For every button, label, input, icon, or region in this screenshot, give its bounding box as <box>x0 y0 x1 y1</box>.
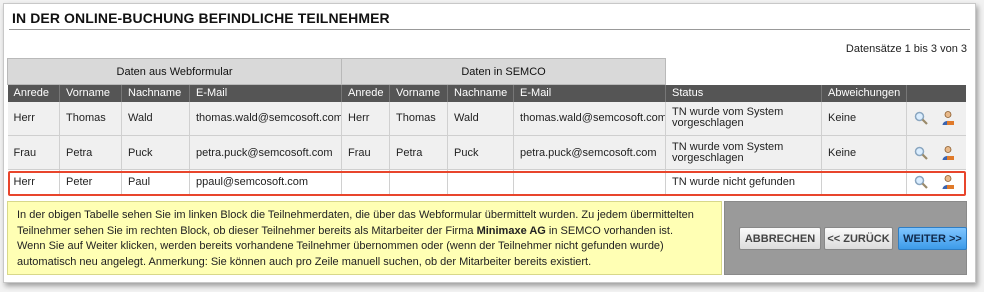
cell-status: TN wurde vom System vorgeschlagen <box>665 101 822 136</box>
participants-table: Daten aus Webformular Daten in SEMCO Anr… <box>6 58 966 195</box>
cell-web-email: petra.puck@semcosoft.com <box>188 135 342 170</box>
cell-web-email: thomas.wald@semcosoft.com <box>188 101 342 136</box>
cell-semco-anrede <box>341 169 390 195</box>
cell-actions <box>906 169 966 195</box>
magnifier-icon[interactable] <box>913 174 929 190</box>
cell-web-anrede: Herr <box>7 101 60 136</box>
group-header-webform: Daten aus Webformular <box>6 58 343 85</box>
info-note: In der obigen Tabelle sehen Sie im linke… <box>7 201 722 275</box>
col-header-abweichungen[interactable]: Abweichungen <box>821 84 907 102</box>
cell-web-vorname: Petra <box>59 135 122 170</box>
cell-semco-anrede: Herr <box>341 101 390 136</box>
col-header-status[interactable]: Status <box>665 84 822 102</box>
cell-semco-nachname: Wald <box>447 101 514 136</box>
cell-status: TN wurde nicht gefunden <box>665 169 822 195</box>
cell-web-nachname: Paul <box>121 169 190 195</box>
cell-semco-vorname: Petra <box>389 135 448 170</box>
cell-actions <box>906 101 966 136</box>
cell-semco-anrede: Frau <box>341 135 390 170</box>
page-title: IN DER ONLINE-BUCHUNG BEFINDLICHE TEILNE… <box>12 10 390 26</box>
table-row: Herr Peter Paul ppaul@semcosoft.com TN w… <box>7 169 966 195</box>
user-icon[interactable] <box>940 174 956 190</box>
user-icon[interactable] <box>940 145 956 161</box>
cell-semco-email: thomas.wald@semcosoft.com <box>513 101 666 136</box>
col-header-anrede[interactable]: Anrede <box>7 84 60 102</box>
cell-web-anrede: Frau <box>7 135 60 170</box>
cell-web-anrede: Herr <box>7 169 60 195</box>
cell-actions <box>906 135 966 170</box>
cell-semco-nachname <box>447 169 514 195</box>
info-line-1: In der obigen Tabelle sehen Sie im linke… <box>17 209 694 221</box>
cell-web-nachname: Puck <box>121 135 190 170</box>
cell-web-vorname: Thomas <box>59 101 122 136</box>
cell-abweichungen: Keine <box>821 101 907 136</box>
cell-abweichungen: Keine <box>821 135 907 170</box>
back-button[interactable]: << ZURÜCK <box>824 227 893 250</box>
cell-semco-email: petra.puck@semcosoft.com <box>513 135 666 170</box>
col-header-vorname[interactable]: Vorname <box>59 84 122 102</box>
action-bar: ABBRECHEN << ZURÜCK WEITER >> <box>724 201 967 275</box>
company-name: Minimaxe AG <box>476 224 546 237</box>
title-divider <box>9 29 970 30</box>
cell-status: TN wurde vom System vorgeschlagen <box>665 135 822 170</box>
cell-abweichungen <box>821 169 907 195</box>
cell-web-vorname: Peter <box>59 169 122 195</box>
cell-semco-nachname: Puck <box>447 135 514 170</box>
col-header-actions <box>906 84 966 102</box>
group-header-spacer <box>665 58 966 85</box>
col-header-semco-anrede[interactable]: Anrede <box>341 84 390 102</box>
col-header-semco-email[interactable]: E-Mail <box>513 84 666 102</box>
info-line-3: Wenn Sie auf Weiter klicken, werden bere… <box>17 240 664 252</box>
info-line-2-post: in SEMCO vorhanden ist. <box>545 224 674 237</box>
col-header-semco-vorname[interactable]: Vorname <box>389 84 448 102</box>
col-header-nachname[interactable]: Nachname <box>121 84 190 102</box>
cancel-button[interactable]: ABBRECHEN <box>739 227 821 250</box>
info-line-2: Teilnehmer sehen Sie im rechten Block, o… <box>17 224 712 240</box>
table-row: Herr Thomas Wald thomas.wald@semcosoft.c… <box>7 101 966 136</box>
records-info: Datensätze 1 bis 3 von 3 <box>845 43 967 55</box>
info-line-2-pre: Teilnehmer sehen Sie im rechten Block, o… <box>17 224 477 237</box>
col-header-semco-nachname[interactable]: Nachname <box>447 84 514 102</box>
table-row: Frau Petra Puck petra.puck@semcosoft.com… <box>7 135 966 170</box>
cell-semco-vorname <box>389 169 448 195</box>
magnifier-icon[interactable] <box>913 110 929 126</box>
cell-web-email: ppaul@semcosoft.com <box>188 169 342 195</box>
magnifier-icon[interactable] <box>913 145 929 161</box>
info-line-4: automatisch neu angelegt. Anmerkung: Sie… <box>17 255 592 268</box>
next-button[interactable]: WEITER >> <box>898 227 967 250</box>
cell-web-nachname: Wald <box>121 101 190 136</box>
user-icon[interactable] <box>940 110 956 126</box>
group-header-semco: Daten in SEMCO <box>341 58 667 85</box>
cell-semco-vorname: Thomas <box>389 101 448 136</box>
col-header-email[interactable]: E-Mail <box>188 84 342 102</box>
cell-semco-email <box>513 169 666 195</box>
